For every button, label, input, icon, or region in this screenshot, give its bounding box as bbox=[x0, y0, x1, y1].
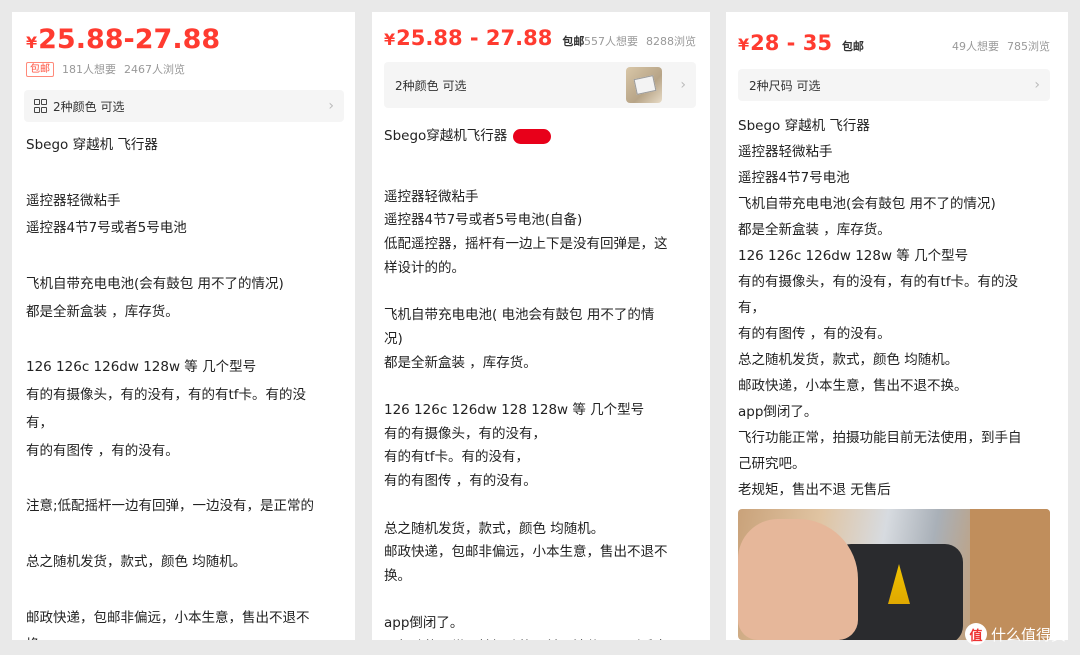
description-line bbox=[26, 521, 314, 549]
description-line: 总之随机发货，款式，颜色 均随机。 bbox=[738, 352, 959, 368]
product-thumbnail bbox=[626, 67, 662, 103]
price: 28 - 35 bbox=[750, 31, 832, 55]
option-selector[interactable]: 2种尺码 可选 › bbox=[738, 69, 1050, 101]
description-line: 有的有图传 ，有的没有。 bbox=[738, 326, 891, 342]
description-line: 遥控器4节7号电池 bbox=[738, 170, 850, 186]
description-line: 飞机自带充电电池( 电池会有鼓包 用不了的情 bbox=[384, 307, 655, 324]
description-line: 总之随机发货，款式，颜色 均随机。 bbox=[26, 553, 247, 570]
option-label: 2种颜色 可选 bbox=[53, 99, 125, 114]
stats-row: 557人想要 8288浏览 bbox=[584, 33, 696, 49]
description-line: 飞机自带充电电池(会有鼓包 用不了的情况) bbox=[26, 275, 284, 292]
description-line bbox=[26, 466, 314, 494]
zhidemai-logo-icon: 值 bbox=[964, 623, 987, 645]
description-line: 飞行功能正常，拍摄功能目前无法使用，到手自 bbox=[384, 636, 668, 640]
description-line: 飞机自带充电电池(会有鼓包 用不了的情况) bbox=[738, 196, 996, 212]
chevron-right-icon: › bbox=[328, 98, 334, 114]
free-shipping-tag: 包邮 bbox=[841, 40, 864, 53]
description-line bbox=[384, 162, 668, 186]
description-line: 样设计的的。 bbox=[384, 259, 465, 276]
description-line: 都是全新盒装 ，库存货。 bbox=[26, 303, 179, 320]
redaction-mark bbox=[513, 128, 552, 144]
description-line: 注意;低配摇杆一边有回弹，一边没有，是正常的 bbox=[26, 498, 315, 515]
description-line: 有的有tf卡。有的没有， bbox=[384, 449, 530, 466]
description-line: 有的有摄像头，有的没有，有的有tf卡。有的没 bbox=[26, 387, 307, 404]
listing-panel-2: ¥ 25.88 - 27.88 包邮 557人想要 8288浏览 2种颜色 可选… bbox=[372, 12, 710, 640]
description-line: app倒闭了。 bbox=[384, 615, 464, 632]
description-line: 126 126c 126dw 128w 等 几个型号 bbox=[26, 359, 257, 376]
description-line bbox=[384, 375, 668, 399]
description-line: 遥控器轻微粘手 bbox=[384, 188, 479, 205]
free-shipping-tag: 包邮 bbox=[26, 61, 54, 77]
description-line: 遥控器轻微粘手 bbox=[738, 144, 833, 160]
description-line bbox=[26, 327, 314, 355]
description-line: 老规矩，售出不退 无售后 bbox=[738, 482, 891, 498]
description-line: 邮政快递，包邮非偏远，小本生意，售出不退不 bbox=[26, 609, 310, 626]
description-line: 有的有摄像头，有的没有， bbox=[384, 425, 546, 442]
description-line: app倒闭了。 bbox=[738, 404, 818, 420]
view-count: 2467人浏览 bbox=[124, 63, 185, 76]
option-label: 2种颜色 可选 bbox=[395, 78, 467, 93]
free-shipping-tag: 包邮 bbox=[562, 35, 585, 48]
meta-row: 包邮 181人想要 2467人浏览 bbox=[26, 61, 185, 77]
description-line: Sbego 穿越机 飞行器 bbox=[26, 137, 158, 153]
description-line: 邮政快递，小本生意，售出不退不换。 bbox=[738, 378, 968, 394]
price: 25.88-27.88 bbox=[38, 24, 221, 55]
description: Sbego 穿越机 飞行器 遥控器轻微粘手遥控器4节7号电池飞机自带充电电池(会有… bbox=[738, 113, 1022, 503]
price: 25.88 - 27.88 bbox=[396, 26, 553, 50]
description-line bbox=[26, 577, 314, 605]
site-watermark: 值 什么值得买 bbox=[964, 623, 1066, 645]
description-line: 总之随机发货，款式，颜色 均随机。 bbox=[384, 520, 605, 537]
want-count: 49人想要 bbox=[952, 40, 999, 53]
currency-symbol: ¥ bbox=[26, 33, 38, 52]
stats-row: 49人想要 785浏览 bbox=[952, 38, 1050, 54]
watermark-text: 什么值得买 bbox=[990, 625, 1066, 644]
option-selector[interactable]: 2种颜色 可选 › bbox=[384, 62, 696, 108]
listing-panel-3: ¥ 28 - 35 包邮 49人想要 785浏览 2种尺码 可选 › Sbego… bbox=[726, 12, 1068, 640]
product-photo bbox=[738, 509, 1050, 640]
description-line bbox=[384, 589, 668, 613]
price-row: ¥ 25.88-27.88 bbox=[26, 24, 355, 55]
description-line: Sbego 穿越机 飞行器 bbox=[738, 118, 870, 134]
title-line: Sbego穿越机飞行器 bbox=[384, 123, 552, 149]
chevron-right-icon: › bbox=[1034, 77, 1040, 93]
description-line: 有的有图传 ，有的没有。 bbox=[26, 442, 179, 459]
description-line: 有的有摄像头，有的没有，有的有tf卡。有的没 bbox=[738, 274, 1019, 290]
view-count: 8288浏览 bbox=[646, 35, 696, 48]
product-title: Sbego穿越机飞行器 bbox=[384, 128, 508, 144]
grid-icon bbox=[34, 99, 47, 113]
description-line: 都是全新盒装 ，库存货。 bbox=[738, 222, 891, 238]
description-line: 低配遥控器，摇杆有一边上下是没有回弹是，这 bbox=[384, 236, 668, 253]
description-line: 126 126c 126dw 128w 等 几个型号 bbox=[738, 248, 969, 264]
description-line: 飞行功能正常，拍摄功能目前无法使用，到手自 bbox=[738, 430, 1022, 446]
want-count: 557人想要 bbox=[584, 35, 638, 48]
listing-panel-1: ¥ 25.88-27.88 包邮 181人想要 2467人浏览 2种颜色 可选 … bbox=[12, 12, 355, 640]
description-line bbox=[26, 160, 314, 188]
description: 遥控器轻微粘手遥控器4节7号或者5号电池(自备) 低配遥控器，摇杆有一边上下是没有… bbox=[384, 162, 668, 640]
currency-symbol: ¥ bbox=[384, 30, 396, 49]
description-line: 邮政快递，包邮非偏远，小本生意，售出不退不 bbox=[384, 544, 668, 561]
description-line: 都是全新盒装 ，库存货。 bbox=[384, 354, 537, 371]
currency-symbol: ¥ bbox=[738, 35, 750, 54]
description-line: 有， bbox=[738, 300, 765, 316]
description-line bbox=[384, 494, 668, 518]
option-label: 2种尺码 可选 bbox=[749, 78, 821, 93]
view-count: 785浏览 bbox=[1007, 40, 1050, 53]
description-line: 有， bbox=[26, 414, 53, 431]
description-line: 遥控器4节7号或者5号电池 bbox=[26, 220, 187, 237]
description-line: 况) bbox=[384, 330, 403, 347]
description-line: 遥控器4节7号或者5号电池(自备) bbox=[384, 212, 583, 229]
description-line: 126 126c 126dw 128 128w 等 几个型号 bbox=[384, 402, 645, 419]
want-count: 181人想要 bbox=[62, 63, 116, 76]
description-line: 己研究吧。 bbox=[738, 456, 806, 472]
description-line bbox=[26, 243, 314, 271]
description: Sbego 穿越机 飞行器 遥控器轻微粘手遥控器4节7号或者5号电池 飞机自带充… bbox=[26, 132, 314, 640]
description-line: 有的有图传 ，有的没有。 bbox=[384, 473, 537, 490]
description-line: 换。 bbox=[384, 567, 411, 584]
chevron-right-icon: › bbox=[680, 77, 686, 93]
description-line: 换 bbox=[26, 632, 314, 640]
option-selector[interactable]: 2种颜色 可选 › bbox=[24, 90, 344, 122]
description-line bbox=[384, 281, 668, 305]
description-line: 遥控器轻微粘手 bbox=[26, 192, 121, 209]
